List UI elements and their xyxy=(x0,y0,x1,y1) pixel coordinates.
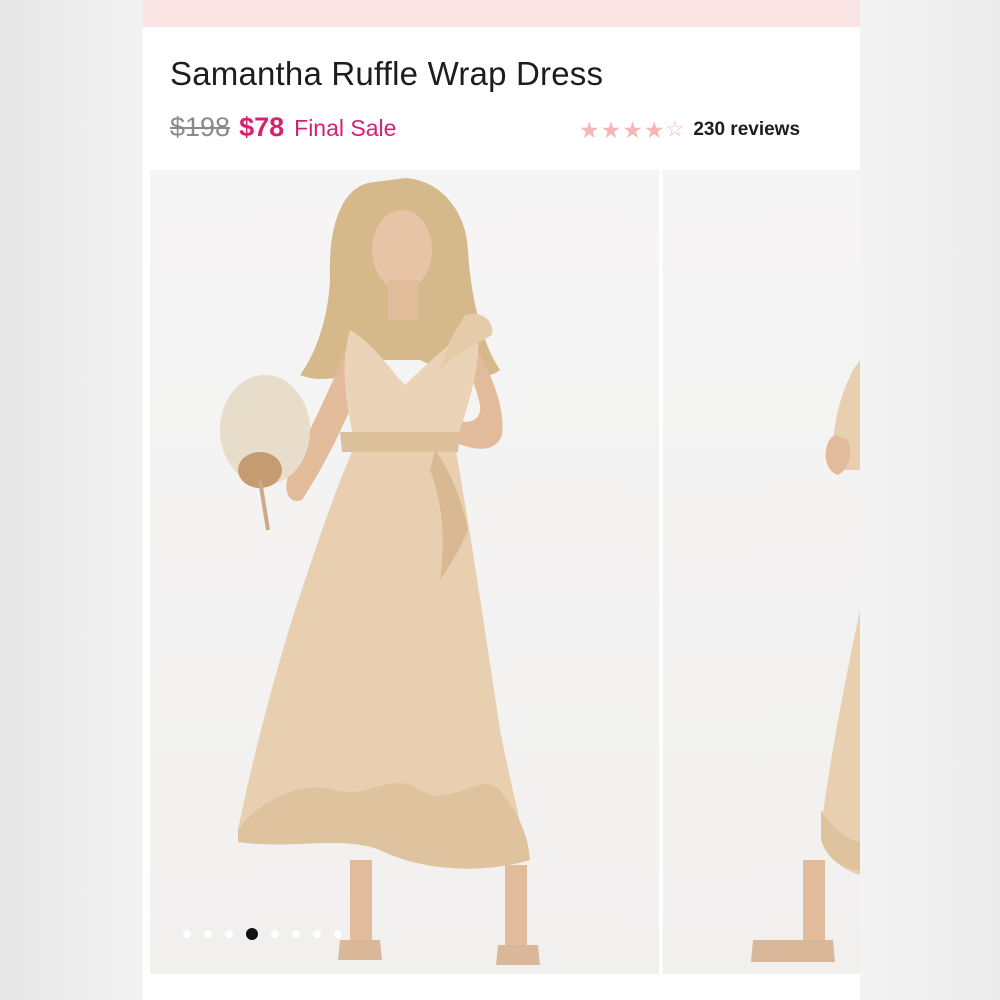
pagination-dot[interactable] xyxy=(292,930,300,938)
gallery-image-current[interactable] xyxy=(150,170,659,974)
pagination-dot[interactable] xyxy=(204,930,212,938)
product-page: Samantha Ruffle Wrap Dress $198 $78 Fina… xyxy=(143,0,860,1000)
star-icon: ★ xyxy=(600,116,622,143)
backdrop-left xyxy=(0,0,143,1000)
pagination-dot[interactable] xyxy=(246,928,258,940)
dress-model-photo xyxy=(220,178,540,965)
star-icon: ★ xyxy=(643,116,665,143)
reviews-link[interactable]: 230 reviews xyxy=(693,119,800,141)
dress-model-photo-next xyxy=(751,360,860,962)
pagination-dot[interactable] xyxy=(271,930,279,938)
final-sale-label: Final Sale xyxy=(294,115,397,141)
page-footer-edge xyxy=(143,974,860,1000)
pagination-dot[interactable] xyxy=(334,930,342,938)
product-title: Samantha Ruffle Wrap Dress xyxy=(170,55,604,92)
star-rating: ★ ★ ★ ★ ☆ xyxy=(579,116,685,143)
original-price: $198 xyxy=(170,112,231,142)
gallery-image-next[interactable] xyxy=(663,170,860,974)
backdrop-right xyxy=(860,0,1000,1000)
star-icon: ★ xyxy=(579,116,600,143)
price-row: $198 $78 Final Sale xyxy=(170,112,396,148)
pagination-dot[interactable] xyxy=(183,930,191,938)
gallery-pagination[interactable] xyxy=(183,928,355,940)
image-gallery[interactable] xyxy=(143,170,860,974)
promo-banner[interactable] xyxy=(143,0,860,27)
star-icon: ★ xyxy=(622,116,643,143)
pagination-dot[interactable] xyxy=(313,930,321,938)
star-outline-icon: ☆ xyxy=(665,117,685,141)
sale-price: $78 xyxy=(239,112,285,142)
rating-summary[interactable]: ★ ★ ★ ★ ☆ 230 reviews xyxy=(579,116,800,144)
pagination-dot[interactable] xyxy=(225,930,233,938)
